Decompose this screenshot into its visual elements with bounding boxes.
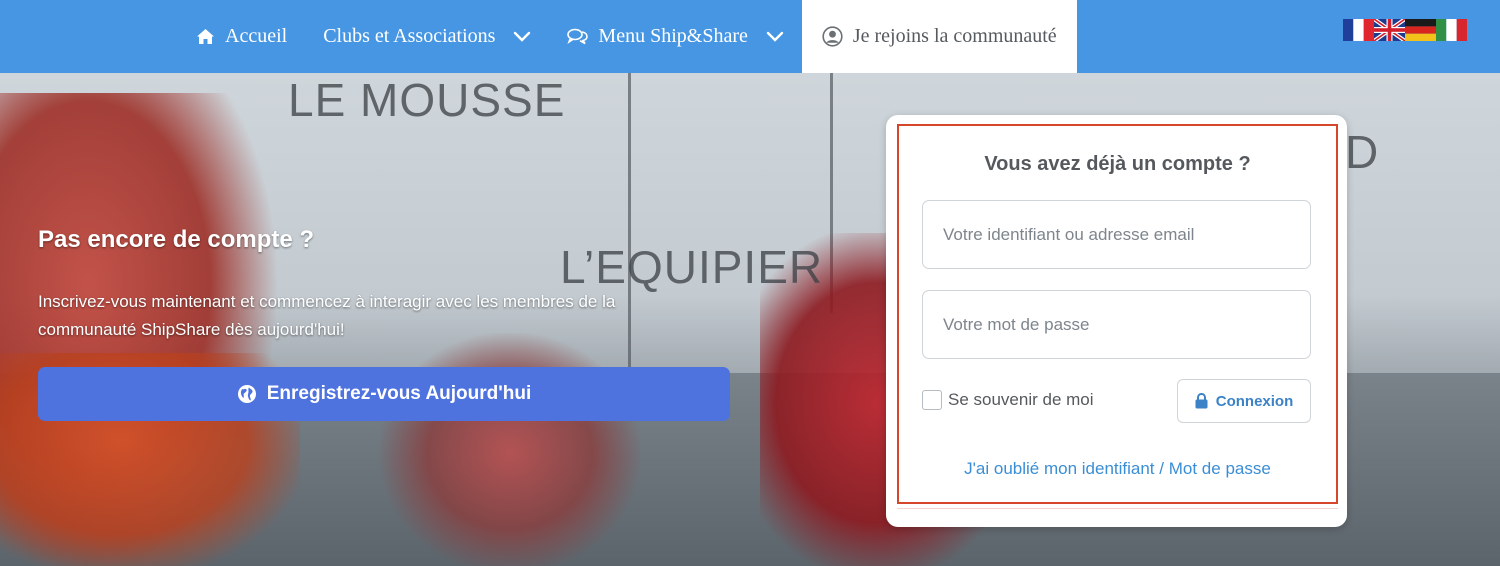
forgot-password-link[interactable]: Mot de passe bbox=[1169, 459, 1271, 478]
username-input[interactable] bbox=[922, 200, 1311, 269]
nav-item-join-community[interactable]: Je rejoins la communauté bbox=[801, 0, 1077, 73]
flag-germany-icon[interactable] bbox=[1405, 19, 1436, 41]
nav-item-label: Je rejoins la communauté bbox=[852, 25, 1057, 47]
flag-uk-icon[interactable] bbox=[1374, 19, 1405, 41]
nav-item-home[interactable]: Accueil bbox=[178, 0, 305, 73]
register-button[interactable]: Enregistrez-vous Aujourd'hui bbox=[38, 367, 730, 421]
photo-watermark: L’EQUIPIER bbox=[560, 241, 824, 293]
chevron-down-icon bbox=[513, 31, 531, 42]
login-heading: Vous avez déjà un compte ? bbox=[984, 153, 1251, 175]
register-button-label: Enregistrez-vous Aujourd'hui bbox=[266, 383, 532, 404]
nav-item-menu-shipshare[interactable]: Menu Ship&Share bbox=[549, 0, 801, 73]
password-input[interactable] bbox=[922, 290, 1311, 359]
login-button-label: Connexion bbox=[1215, 392, 1294, 410]
signup-description: Inscrivez-vous maintenant et commencez à… bbox=[38, 292, 616, 339]
nav-item-label: Clubs et Associations bbox=[323, 25, 496, 47]
login-button[interactable]: Connexion bbox=[1177, 379, 1311, 423]
top-navigation: Accueil Clubs et Associations Menu Ship&… bbox=[0, 0, 1500, 73]
nav-items: Accueil Clubs et Associations Menu Ship&… bbox=[178, 0, 1077, 73]
flag-italy-icon[interactable] bbox=[1436, 19, 1467, 41]
remember-me[interactable]: Se souvenir de moi bbox=[922, 390, 1094, 410]
nav-item-label: Accueil bbox=[225, 25, 288, 47]
photo-watermark: D bbox=[1345, 126, 1380, 178]
forgot-separator: / bbox=[1159, 459, 1165, 478]
language-switcher bbox=[1343, 19, 1467, 41]
flag-france-icon[interactable] bbox=[1343, 19, 1374, 41]
nav-item-label: Menu Ship&Share bbox=[598, 25, 748, 47]
card-divider bbox=[897, 508, 1338, 527]
forgot-username-link[interactable]: J'ai oublié mon identifiant bbox=[964, 459, 1154, 478]
home-icon bbox=[196, 28, 215, 45]
signup-heading: Pas encore de compte ? bbox=[38, 226, 315, 253]
chevron-down-icon bbox=[766, 31, 784, 42]
remember-me-label: Se souvenir de moi bbox=[948, 390, 1094, 409]
remember-me-checkbox[interactable] bbox=[922, 390, 942, 410]
forgot-links: J'ai oublié mon identifiant / Mot de pas… bbox=[897, 459, 1338, 479]
photo-watermark: LE MOUSSE bbox=[288, 74, 566, 126]
globe-icon bbox=[237, 384, 257, 404]
nav-item-clubs[interactable]: Clubs et Associations bbox=[305, 0, 549, 73]
lock-icon bbox=[1195, 393, 1208, 409]
user-circle-icon bbox=[822, 26, 843, 47]
chat-bubbles-icon bbox=[567, 28, 589, 45]
